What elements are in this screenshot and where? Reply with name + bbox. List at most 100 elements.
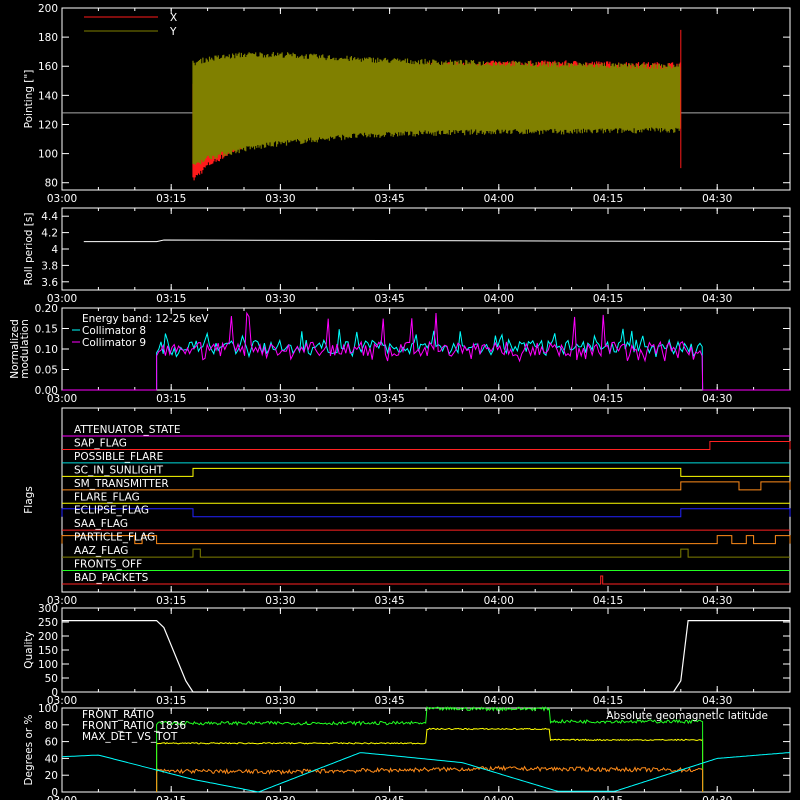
- flag-line-eclipse_flag: [61, 508, 791, 518]
- y-tick-label: 0.00: [35, 385, 58, 397]
- y-tick-label: 0.10: [35, 344, 58, 356]
- series-front-ratio: [156, 727, 704, 793]
- flag-label: POSSIBLE_FLARE: [74, 451, 163, 463]
- y-tick-label: 50: [45, 673, 58, 685]
- flag-label: SAA_FLAG: [74, 518, 128, 530]
- y-tick-label: 100: [38, 703, 58, 715]
- x-tick-label: 04:00: [484, 193, 514, 205]
- x-tick-label: 03:15: [156, 293, 186, 305]
- flag-line-sm_transmitter: [62, 481, 791, 491]
- x-tick-label: 04:15: [593, 795, 623, 800]
- x-tick-label: 03:00: [47, 193, 77, 205]
- y-tick-label: 3.6: [41, 277, 58, 289]
- x-tick-label: 04:30: [702, 795, 732, 800]
- y-tick-label: 0: [51, 687, 58, 699]
- rhessi-summary-figure: 03:00 03:15 03:30 03:45 04:00 04:15 04:30 80 100…: [9, 3, 791, 800]
- flag-label: ATTENUATOR_STATE: [74, 424, 180, 436]
- panel-ratios: 03:0003:1503:3003:4504:0004:1504:3002040…: [23, 703, 791, 800]
- x-tick-label: 04:15: [593, 193, 623, 205]
- x-tick-label: 03:30: [265, 293, 295, 305]
- y-tick-label: 100: [38, 149, 58, 161]
- flag-label: AAZ_FLAG: [74, 545, 128, 557]
- y-tick-label: 4.4: [41, 211, 58, 223]
- panel-roll_period: 03:00 03:15 03:30 03:45 04:00 04:15 04:303.63.…: [23, 207, 791, 305]
- flag-label: PARTICLE_FLAG: [74, 532, 155, 544]
- quality-line: [62, 619, 790, 693]
- x-tick-label: 03:30: [265, 393, 295, 405]
- flag-line-particle_flag: [61, 535, 791, 545]
- x-tick-label: 03:45: [374, 695, 404, 707]
- flag-label: FRONTS_OFF: [74, 559, 142, 571]
- flag-line-sap_flag: [62, 440, 791, 450]
- y-tick-label: 140: [38, 90, 58, 102]
- flag-label: SAP_FLAG: [74, 437, 127, 449]
- x-tick-label: 04:30: [702, 293, 732, 305]
- x-tick-label: 03:15: [156, 193, 186, 205]
- y-axis-label: Pointing ["]: [23, 70, 35, 129]
- series-collimator-9: [156, 311, 704, 391]
- x-tick-label: 03:45: [374, 595, 404, 607]
- x-tick-label: 03:30: [265, 193, 295, 205]
- y-axis-label: Quality: [23, 631, 35, 669]
- x-tick-label: 04:00: [484, 695, 514, 707]
- y-tick-label: 0.15: [35, 324, 58, 336]
- panel-frame: [61, 207, 791, 291]
- panel-quality: 03:00 03:15 03:30 03:45 04:00 04:15 04:3005010…: [23, 603, 791, 707]
- x-tick-label: 04:30: [702, 193, 732, 205]
- x-tick-label: 03:45: [374, 293, 404, 305]
- x-tick-label: 04:00: [484, 595, 514, 607]
- y-tick-label: 4: [51, 244, 58, 256]
- y-tick-label: 180: [38, 32, 58, 44]
- flag-label: SM_TRANSMITTER: [74, 478, 169, 490]
- x-tick-label: 04:15: [593, 393, 623, 405]
- series-collimator-8: [156, 328, 704, 391]
- series-y-pointing: [192, 52, 681, 165]
- panel-modulation: 03:00 03:15 03:30 03:45 04:00 04:15 04:300.000…: [9, 303, 791, 405]
- x-tick-label: 03:45: [374, 193, 404, 205]
- flag-label: SC_IN_SUNLIGHT: [74, 464, 164, 476]
- y-tick-label: 80: [45, 720, 58, 732]
- x-tick-label: 03:45: [374, 795, 404, 800]
- y-tick-label: 120: [38, 119, 58, 131]
- x-tick-label: 04:15: [593, 595, 623, 607]
- x-tick-label: 03:30: [265, 695, 295, 707]
- flag-label: BAD_PACKETS: [74, 572, 149, 584]
- x-tick-label: 03:15: [156, 695, 186, 707]
- flag-label: ECLIPSE_FLAG: [74, 505, 149, 517]
- y-axis-label: modulation: [19, 319, 31, 378]
- series-absolute-geomagnetic-latitude: [61, 752, 791, 793]
- x-tick-label: 04:00: [484, 293, 514, 305]
- y-tick-label: 160: [38, 61, 58, 73]
- legend-label: Collimator 8: [82, 325, 146, 337]
- legend-label: Y: [169, 26, 177, 38]
- y-tick-label: 200: [38, 631, 58, 643]
- x-tick-label: 04:30: [702, 393, 732, 405]
- x-tick-label: 04:15: [593, 695, 623, 707]
- y-tick-label: 4.2: [41, 228, 58, 240]
- x-tick-label: 03:45: [374, 393, 404, 405]
- y-axis-label: Roll period [s]: [23, 213, 35, 286]
- x-tick-label: 04:00: [484, 393, 514, 405]
- y-tick-label: 80: [45, 178, 58, 190]
- x-tick-label: 03:15: [156, 795, 186, 800]
- x-tick-label: 03:30: [265, 795, 295, 800]
- y-tick-label: 0: [51, 787, 58, 799]
- y-tick-label: 0.20: [35, 303, 58, 315]
- x-tick-label: 04:30: [702, 695, 732, 707]
- x-tick-label: 03:15: [156, 595, 186, 607]
- flag-line-aaz_flag: [62, 548, 790, 558]
- legend-label: X: [170, 12, 177, 24]
- y-tick-label: 150: [38, 645, 58, 657]
- roll-period-line: [83, 239, 791, 243]
- x-tick-label: 03:15: [156, 393, 186, 405]
- x-tick-label: 04:30: [702, 595, 732, 607]
- y-tick-label: 40: [45, 753, 58, 765]
- y-tick-label: 300: [38, 603, 58, 615]
- y-tick-label: 200: [38, 3, 58, 15]
- energy-band-label: Energy band: 12-25 keV: [82, 313, 209, 325]
- x-tick-label: 03:30: [265, 595, 295, 607]
- y-tick-label: 250: [38, 617, 58, 629]
- flag-line-sc_in_sunlight: [62, 467, 790, 477]
- flag-line-bad_packets: [62, 575, 790, 585]
- y-tick-label: 20: [45, 770, 58, 782]
